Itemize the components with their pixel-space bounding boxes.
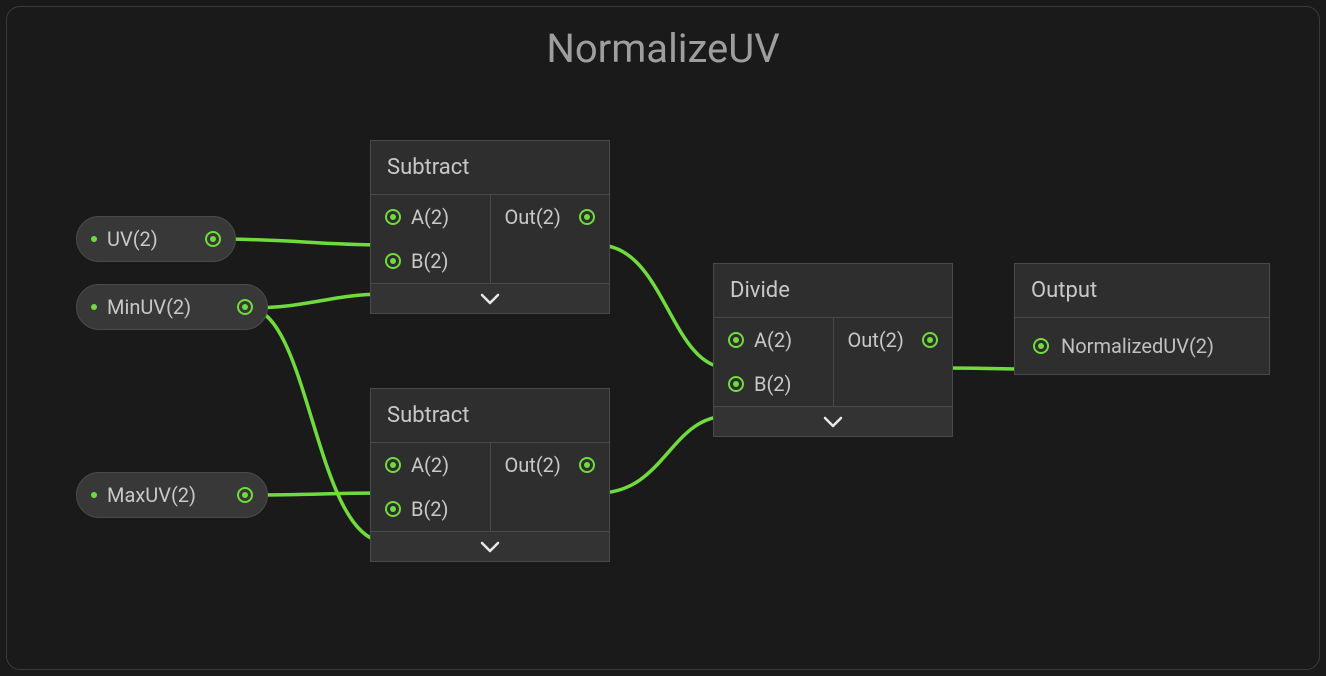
node-graph-canvas[interactable]: NormalizeUV UV(2) MinUV(2) MaxUV(2) Subt — [0, 0, 1326, 676]
output-port[interactable] — [922, 332, 938, 348]
port-label: B(2) — [411, 249, 449, 273]
port-label: A(2) — [411, 453, 449, 477]
output-row: Out(2) — [834, 318, 953, 362]
output-port[interactable] — [237, 299, 253, 315]
node-subtract-1[interactable]: Subtract A(2) B(2) Out(2) — [370, 140, 610, 314]
group-title: NormalizeUV — [7, 25, 1319, 72]
port-label: NormalizedUV(2) — [1061, 334, 1214, 358]
port-label: A(2) — [411, 205, 449, 229]
type-dot-icon — [91, 236, 97, 242]
param-minuv[interactable]: MinUV(2) — [76, 284, 268, 330]
output-row: Out(2) — [491, 443, 610, 487]
input-port[interactable] — [385, 457, 401, 473]
input-row-b: B(2) — [714, 362, 833, 406]
param-maxuv[interactable]: MaxUV(2) — [76, 472, 268, 518]
port-label: A(2) — [754, 328, 792, 352]
node-expand-button[interactable] — [371, 531, 609, 561]
port-label: Out(2) — [505, 453, 561, 477]
output-row: Out(2) — [491, 195, 610, 239]
node-title: Subtract — [371, 141, 609, 195]
input-port[interactable] — [728, 376, 744, 392]
input-row-a: A(2) — [371, 443, 490, 487]
node-expand-button[interactable] — [371, 283, 609, 313]
input-row-a: A(2) — [371, 195, 490, 239]
node-divide[interactable]: Divide A(2) B(2) Out(2) — [713, 263, 953, 437]
node-output[interactable]: Output NormalizedUV(2) — [1014, 263, 1270, 375]
port-label: B(2) — [411, 497, 449, 521]
node-title: Subtract — [371, 389, 609, 443]
chevron-down-icon — [480, 541, 500, 553]
input-port[interactable] — [1033, 338, 1049, 354]
input-port[interactable] — [728, 332, 744, 348]
type-dot-icon — [91, 492, 97, 498]
node-subtract-2[interactable]: Subtract A(2) B(2) Out(2) — [370, 388, 610, 562]
output-port[interactable] — [237, 487, 253, 503]
chevron-down-icon — [823, 416, 843, 428]
input-port[interactable] — [385, 501, 401, 517]
param-label: UV(2) — [107, 227, 195, 251]
input-row-b: B(2) — [371, 487, 490, 531]
input-row: NormalizedUV(2) — [1015, 318, 1269, 374]
output-port[interactable] — [579, 457, 595, 473]
chevron-down-icon — [480, 293, 500, 305]
port-label: Out(2) — [848, 328, 904, 352]
port-label: B(2) — [754, 372, 792, 396]
node-title: Divide — [714, 264, 952, 318]
port-label: Out(2) — [505, 205, 561, 229]
input-row-a: A(2) — [714, 318, 833, 362]
param-label: MaxUV(2) — [107, 483, 227, 507]
type-dot-icon — [91, 304, 97, 310]
input-row-b: B(2) — [371, 239, 490, 283]
node-title: Output — [1015, 264, 1269, 318]
output-port[interactable] — [579, 209, 595, 225]
node-expand-button[interactable] — [714, 406, 952, 436]
input-port[interactable] — [385, 209, 401, 225]
output-port[interactable] — [205, 231, 221, 247]
input-port[interactable] — [385, 253, 401, 269]
param-label: MinUV(2) — [107, 295, 227, 319]
param-uv[interactable]: UV(2) — [76, 216, 236, 262]
